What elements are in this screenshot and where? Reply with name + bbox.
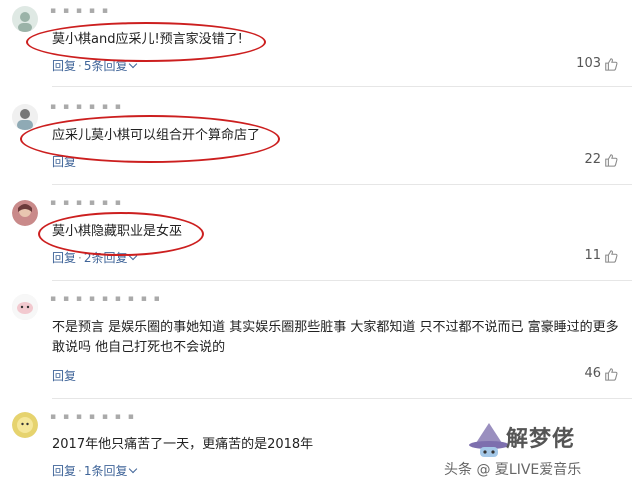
divider (52, 280, 632, 281)
avatar[interactable] (12, 104, 38, 130)
chevron-down-icon (129, 251, 138, 261)
like-button[interactable]: 103 (576, 56, 618, 71)
watermark-title: 解梦佬 (506, 427, 576, 452)
chevron-down-icon (129, 464, 138, 474)
reply-row: 回复 · 2条回复 (52, 249, 138, 266)
reply-button[interactable]: 回复 (52, 464, 76, 478)
thumbs-up-icon (605, 249, 618, 263)
view-replies-link[interactable]: 1条回复 (84, 464, 128, 478)
username[interactable]: ▪ ▪ ▪ ▪ ▪ ▪ ▪ (50, 412, 136, 422)
comment-text: 莫小棋隐藏职业是女巫 (52, 224, 183, 239)
reply-button[interactable]: 回复 (52, 155, 76, 169)
view-replies-link[interactable]: 2条回复 (84, 251, 128, 265)
divider (52, 184, 632, 185)
reply-row: 回复 (52, 367, 76, 384)
like-count: 103 (576, 56, 601, 71)
thumbs-up-icon (605, 57, 618, 71)
comment-text: 应采儿莫小棋可以组合开个算命店了 (52, 128, 261, 143)
reply-row: 回复 · 1条回复 (52, 462, 138, 479)
watermark-source: 头条 @ 夏LIVE爱音乐 (444, 462, 582, 478)
reply-row: 回复 (52, 153, 76, 170)
comment-text: 不是预言 是娱乐圈的事她知道 其实娱乐圈那些脏事 大家都知道 只不过都不说而已 … (52, 320, 619, 355)
reply-button[interactable]: 回复 (52, 251, 76, 265)
view-replies-link[interactable]: 5条回复 (84, 59, 128, 73)
divider (52, 398, 632, 399)
like-button[interactable]: 22 (584, 152, 618, 167)
reply-button[interactable]: 回复 (52, 369, 76, 383)
username[interactable]: ▪ ▪ ▪ ▪ ▪ (50, 6, 110, 16)
username[interactable]: ▪ ▪ ▪ ▪ ▪ ▪ ▪ ▪ ▪ (50, 294, 162, 304)
divider (52, 86, 632, 87)
like-button[interactable]: 46 (584, 366, 618, 381)
thumbs-up-icon (605, 367, 618, 381)
watermark: 解梦佬 头条 @ 夏LIVE爱音乐 (444, 421, 634, 481)
like-count: 11 (584, 248, 601, 263)
avatar[interactable] (12, 412, 38, 438)
like-count: 22 (584, 152, 601, 167)
chevron-down-icon (129, 59, 138, 69)
thumbs-up-icon (605, 153, 618, 167)
comment-text: 莫小棋and应采儿!预言家没错了! (52, 32, 243, 47)
like-button[interactable]: 11 (584, 248, 618, 263)
avatar[interactable] (12, 6, 38, 32)
avatar[interactable] (12, 200, 38, 226)
username[interactable]: ▪ ▪ ▪ ▪ ▪ ▪ (50, 198, 123, 208)
username[interactable]: ▪ ▪ ▪ ▪ ▪ ▪ (50, 102, 123, 112)
like-count: 46 (584, 366, 601, 381)
reply-button[interactable]: 回复 (52, 59, 76, 73)
reply-row: 回复 · 5条回复 (52, 57, 138, 74)
avatar[interactable] (12, 294, 38, 320)
